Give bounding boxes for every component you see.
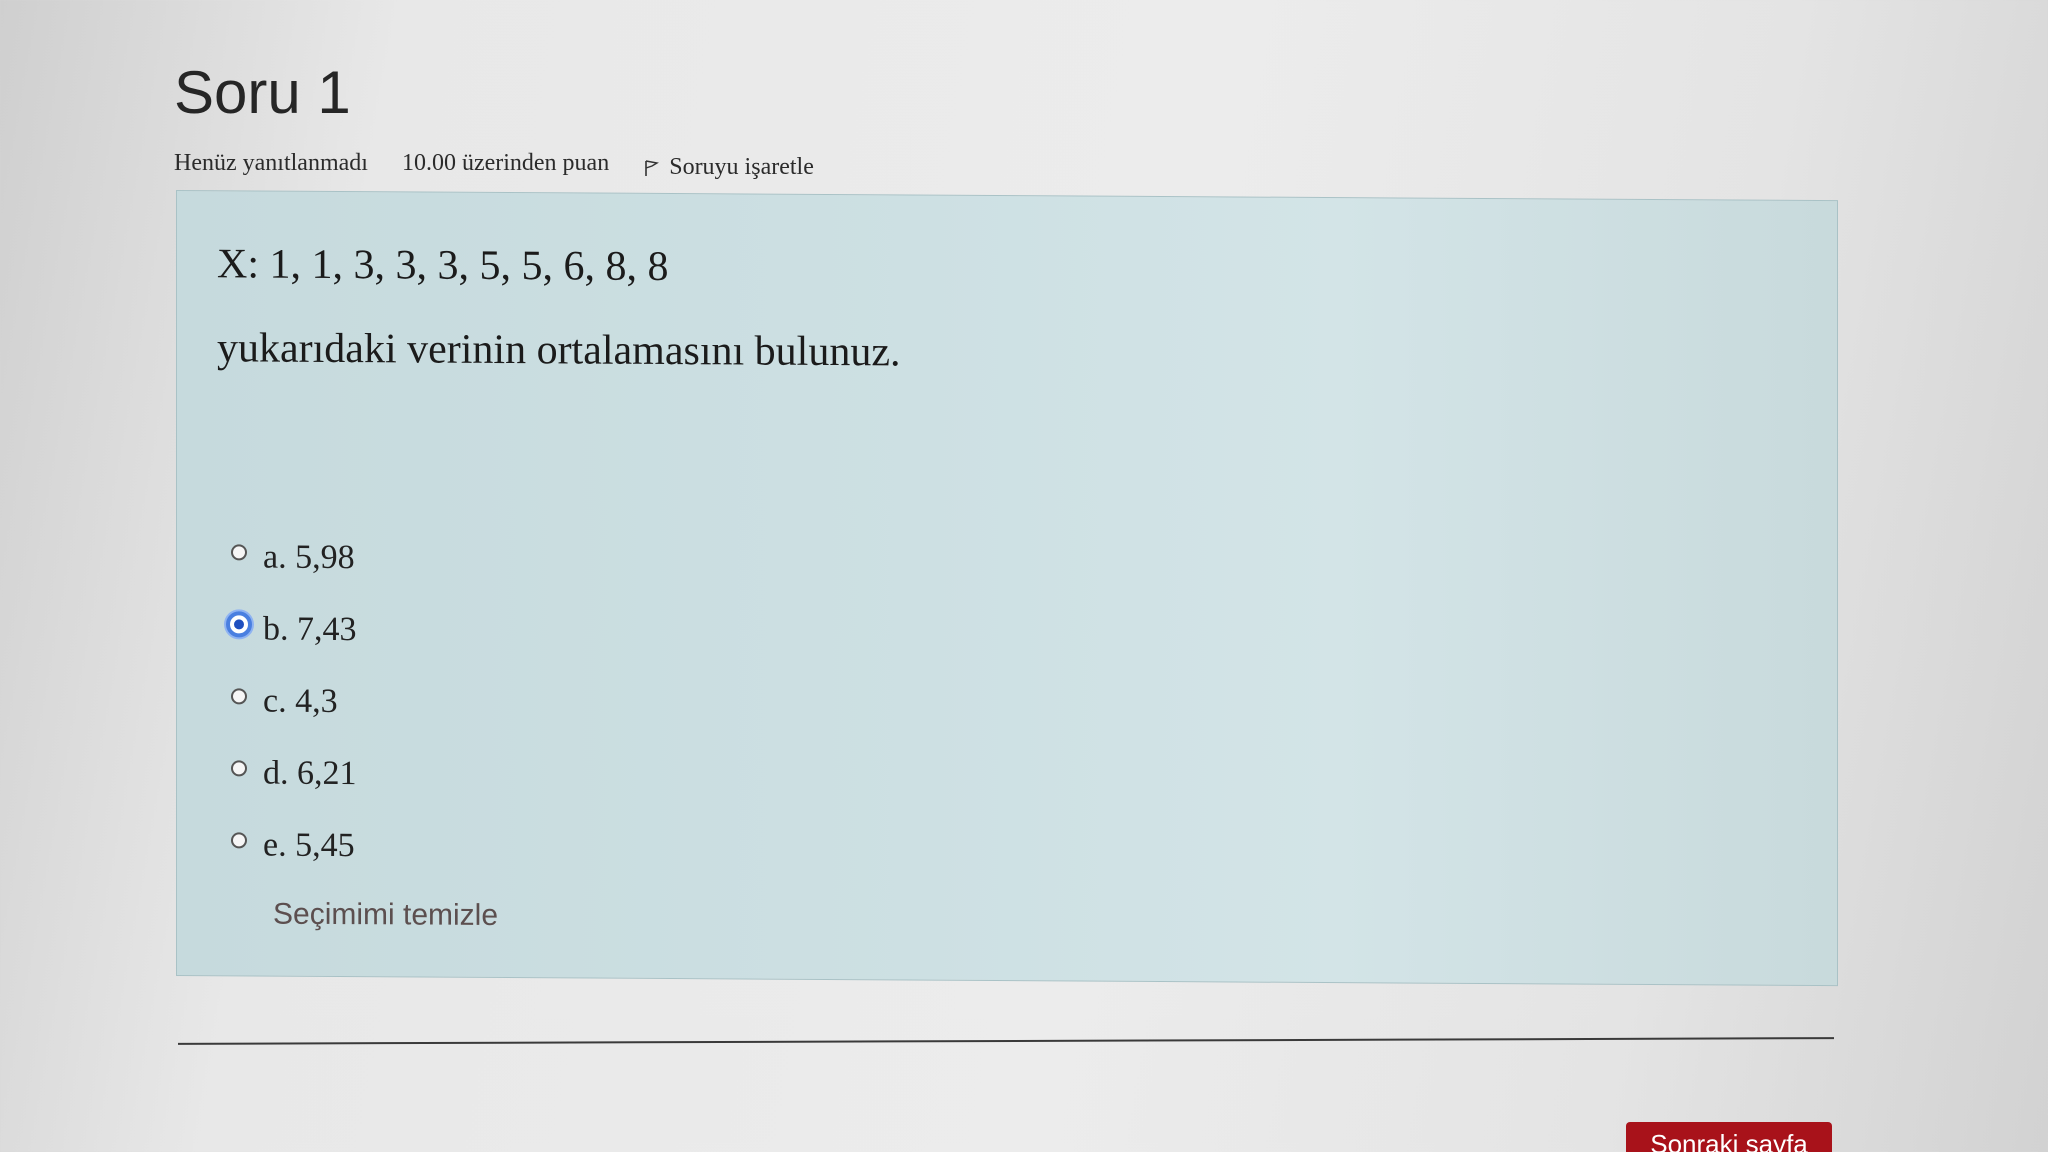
answer-label: e. 5,45 bbox=[263, 826, 355, 865]
clear-selection-link[interactable]: Seçimimi temizle bbox=[273, 898, 498, 933]
answer-option-a[interactable]: a. 5,98 bbox=[231, 521, 357, 594]
answer-option-e[interactable]: e. 5,45 bbox=[231, 809, 357, 882]
answer-list: a. 5,98 b. 7,43 c. 4,3 d. 6,21 e. 5,45 bbox=[226, 521, 357, 882]
answer-label: b. 7,43 bbox=[263, 610, 357, 649]
question-grade: 10.00 üzerinden puan bbox=[401, 150, 610, 176]
question-text: X: 1, 1, 3, 3, 3, 5, 5, 6, 8, 8 yukarıda… bbox=[217, 239, 900, 378]
flag-question-link[interactable]: Soruyu işaretle bbox=[643, 154, 814, 181]
radio-button[interactable] bbox=[231, 688, 247, 705]
next-page-button[interactable]: Sonraki sayfa bbox=[1626, 1122, 1832, 1152]
question-title: Soru 1 bbox=[174, 59, 351, 126]
question-prompt: yukarıdaki verinin ortalamasını bulunuz. bbox=[217, 325, 901, 376]
answer-label: d. 6,21 bbox=[263, 754, 357, 793]
radio-button[interactable] bbox=[231, 760, 247, 777]
flag-question-label: Soruyu işaretle bbox=[669, 154, 814, 180]
question-info: Henüz yanıtlanmadı 10.00 üzerinden puan … bbox=[174, 146, 814, 181]
answer-option-b[interactable]: b. 7,43 bbox=[226, 593, 357, 666]
answer-option-c[interactable]: c. 4,3 bbox=[231, 665, 357, 738]
question-content: X: 1, 1, 3, 3, 3, 5, 5, 6, 8, 8 yukarıda… bbox=[176, 190, 1838, 987]
question-state: Henüz yanıtlanmadı bbox=[174, 150, 368, 176]
radio-button-selected[interactable] bbox=[226, 611, 252, 638]
radio-button[interactable] bbox=[231, 544, 247, 561]
answer-label: a. 5,98 bbox=[263, 538, 355, 577]
divider bbox=[178, 1037, 1834, 1045]
flag-icon bbox=[645, 159, 660, 176]
radio-button[interactable] bbox=[231, 832, 247, 849]
data-line: X: 1, 1, 3, 3, 3, 5, 5, 6, 8, 8 bbox=[217, 241, 669, 291]
answer-option-d[interactable]: d. 6,21 bbox=[231, 737, 357, 810]
answer-label: c. 4,3 bbox=[263, 682, 338, 720]
